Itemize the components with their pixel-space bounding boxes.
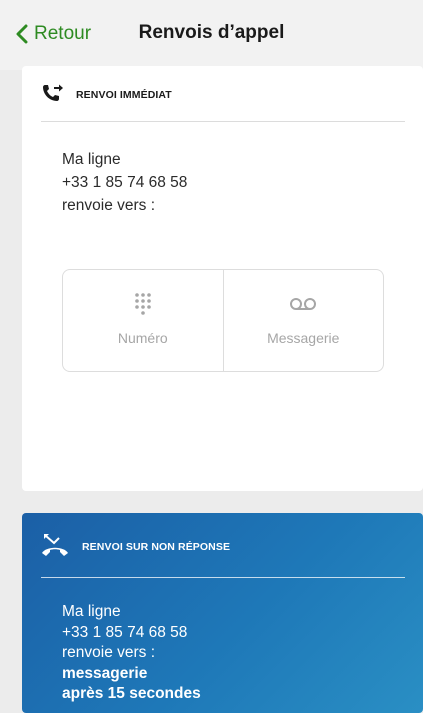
call-forward-icon <box>42 83 64 108</box>
no-answer-forward-card[interactable]: RENVOI SUR NON RÉPONSE Ma ligne +33 1 85… <box>22 513 423 713</box>
voicemail-icon <box>289 292 317 316</box>
option-voicemail-label: Messagerie <box>267 330 340 346</box>
option-number-label: Numéro <box>117 330 168 346</box>
navigation-bar: Retour Renvois d’appel <box>0 0 423 70</box>
page-title: Renvois d’appel <box>138 22 285 43</box>
line-label: Ma ligne <box>62 603 121 620</box>
option-number-button[interactable]: Numéro <box>63 270 223 371</box>
forwards-to-label: renvoie vers : <box>62 197 156 214</box>
forward-target: messagerie <box>62 664 148 682</box>
no-answer-forward-header: RENVOI SUR NON RÉPONSE <box>40 530 230 564</box>
immediate-forward-title: RENVOI IMMÉDIAT <box>76 89 172 101</box>
forward-delay: après 15 secondes <box>62 685 201 702</box>
divider <box>41 121 405 122</box>
divider <box>41 577 405 578</box>
forward-target-selector: Numéro Messagerie <box>62 269 384 372</box>
no-answer-line-info: Ma ligne +33 1 85 74 68 58 renvoie vers … <box>62 602 201 705</box>
immediate-forward-card: RENVOI IMMÉDIAT Ma ligne +33 1 85 74 68 … <box>22 66 423 491</box>
option-voicemail-button[interactable]: Messagerie <box>222 270 384 371</box>
missed-call-icon <box>40 533 70 562</box>
forwards-to-label: renvoie vers : <box>62 644 156 661</box>
line-number: +33 1 85 74 68 58 <box>62 623 188 641</box>
line-number: +33 1 85 74 68 58 <box>62 174 188 191</box>
dialpad-icon <box>133 292 153 316</box>
no-answer-forward-title: RENVOI SUR NON RÉPONSE <box>82 541 231 553</box>
immediate-line-info: Ma ligne +33 1 85 74 68 58 renvoie vers … <box>62 148 187 217</box>
immediate-forward-header: RENVOI IMMÉDIAT <box>42 78 172 112</box>
line-label: Ma ligne <box>62 151 121 168</box>
